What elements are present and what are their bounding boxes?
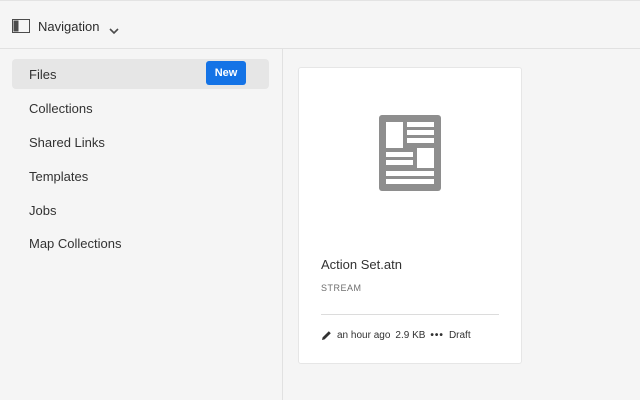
sidebar-item-label: Collections xyxy=(29,100,93,116)
sidebar-item-label: Jobs xyxy=(29,202,57,218)
sidebar-panel-icon xyxy=(12,19,30,33)
sidebar-item-templates[interactable]: Templates xyxy=(12,161,269,191)
sidebar-item-collections[interactable]: Collections xyxy=(12,93,269,123)
new-badge: New xyxy=(206,61,246,85)
sidebar-item-label: Map Collections xyxy=(29,235,122,251)
divider xyxy=(321,314,499,315)
file-type: STREAM xyxy=(321,283,362,293)
sidebar: Files Collections Shared Links Templates… xyxy=(0,49,283,400)
file-size: 2.9 KB xyxy=(395,329,426,341)
sidebar-item-label: Shared Links xyxy=(29,134,105,150)
modified-time: an hour ago xyxy=(337,329,391,341)
pencil-icon xyxy=(321,330,332,341)
top-bar: Navigation xyxy=(0,0,640,49)
navigation-toggle[interactable]: Navigation xyxy=(12,15,120,37)
more-options-icon[interactable]: ••• xyxy=(430,330,444,341)
file-name[interactable]: Action Set.atn xyxy=(321,257,402,272)
document-layout-icon xyxy=(379,115,441,191)
main-content: Action Set.atn STREAM an hour ago 2.9 KB… xyxy=(284,49,640,400)
navigation-label: Navigation xyxy=(38,18,100,34)
status-label: Draft xyxy=(448,329,471,341)
chevron-down-icon xyxy=(109,22,120,35)
file-meta: an hour ago 2.9 KB ••• Draft xyxy=(321,327,471,343)
sidebar-item-label: Files xyxy=(29,66,57,82)
sidebar-item-jobs[interactable]: Jobs xyxy=(12,195,269,225)
sidebar-item-shared-links[interactable]: Shared Links xyxy=(12,127,269,157)
file-card[interactable]: Action Set.atn STREAM an hour ago 2.9 KB… xyxy=(298,67,522,364)
sidebar-item-label: Templates xyxy=(29,168,89,184)
sidebar-item-map-collections[interactable]: Map Collections xyxy=(12,228,269,258)
